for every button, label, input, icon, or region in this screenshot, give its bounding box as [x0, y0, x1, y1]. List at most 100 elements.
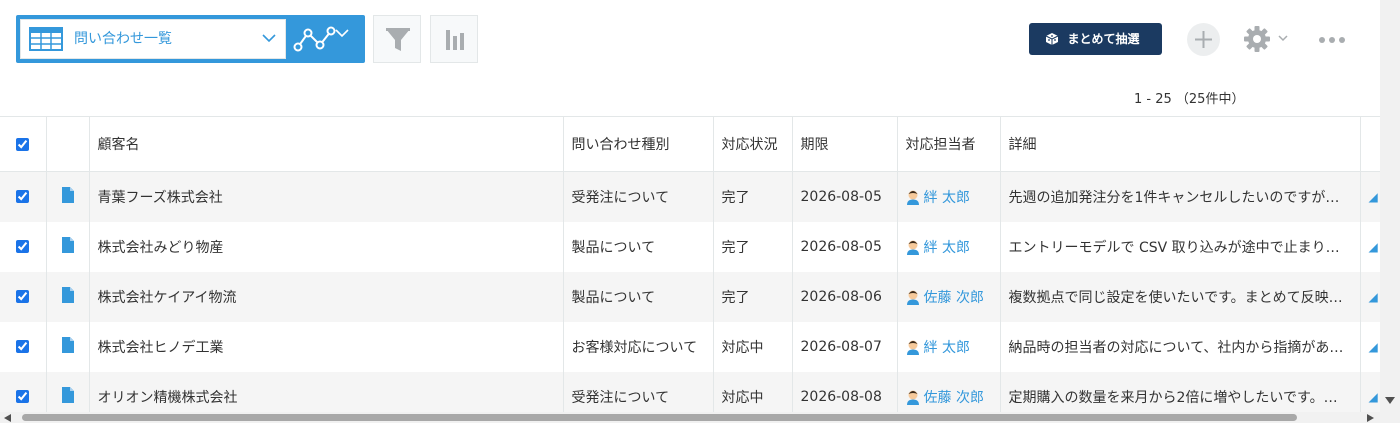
document-icon[interactable] — [61, 386, 74, 403]
edit-pencil-icon[interactable]: ◢ — [1369, 290, 1378, 304]
row-checkbox[interactable] — [16, 240, 30, 253]
table-row: 青葉フーズ株式会社 受発注について 完了 2026-08-05 絆 太郎 先週の… — [0, 171, 1380, 222]
select-all-checkbox[interactable] — [16, 137, 30, 151]
cell-assignee: 佐藤 次郎 — [897, 371, 1001, 412]
cell-status: 対応中 — [713, 321, 793, 372]
assignee-link[interactable]: 絆 太郎 — [906, 240, 970, 256]
document-icon[interactable] — [61, 336, 74, 353]
table-list-icon — [29, 27, 63, 51]
select-all-cell — [0, 116, 47, 172]
dice-icon — [1045, 33, 1059, 45]
cell-inquiry-type: お客様対応について — [563, 321, 714, 372]
vertical-scrollbar[interactable] — [1380, 0, 1400, 423]
column-header-inquiry-type[interactable]: 問い合わせ種別 — [563, 116, 714, 172]
edit-pencil-icon[interactable]: ◢ — [1369, 190, 1378, 204]
graph-chart-button[interactable] — [430, 15, 478, 63]
row-checkbox[interactable] — [16, 340, 30, 353]
cell-details: 複数拠点で同じ設定を使いたいです。まとめて反映… — [1000, 271, 1361, 322]
user-avatar-icon — [906, 340, 919, 355]
edit-pencil-icon[interactable]: ◢ — [1369, 240, 1378, 254]
line-graph-icon — [293, 26, 336, 52]
document-icon[interactable] — [61, 236, 74, 253]
assignee-name: 佐藤 次郎 — [923, 389, 984, 406]
row-select-cell — [0, 171, 47, 222]
user-avatar-icon — [906, 190, 919, 205]
column-header-details[interactable]: 詳細 — [1000, 116, 1361, 172]
assignee-name: 佐藤 次郎 — [923, 289, 984, 306]
row-checkbox[interactable] — [16, 390, 30, 403]
record-detail-cell — [46, 221, 90, 272]
filter-button[interactable] — [373, 15, 421, 63]
cell-status: 完了 — [713, 171, 793, 222]
cell-due-date: 2026-08-05 — [792, 171, 898, 222]
gear-icon[interactable] — [1243, 25, 1271, 53]
record-detail-cell — [46, 271, 90, 322]
cell-due-date: 2026-08-07 — [792, 321, 898, 372]
cell-customer: オリオン精機株式会社 — [89, 371, 564, 412]
cell-actions: ◢ — [1360, 221, 1380, 272]
document-icon[interactable] — [61, 186, 74, 203]
document-icon[interactable] — [61, 286, 74, 303]
graph-view-button[interactable] — [293, 21, 337, 57]
row-checkbox[interactable] — [16, 190, 30, 204]
cell-actions: ◢ — [1360, 321, 1380, 372]
cell-status: 対応中 — [713, 371, 793, 412]
add-record-button[interactable] — [1187, 23, 1220, 56]
view-select-dropdown[interactable]: 問い合わせ一覧 — [20, 19, 286, 59]
horizontal-scrollbar[interactable] — [0, 412, 1380, 423]
cell-actions: ◢ — [1360, 371, 1380, 412]
record-detail-cell — [46, 171, 90, 222]
cell-assignee: 絆 太郎 — [897, 321, 1001, 372]
assignee-name: 絆 太郎 — [923, 189, 970, 206]
bar-chart-icon — [446, 30, 464, 50]
record-detail-cell — [46, 321, 90, 372]
record-detail-cell — [46, 371, 90, 412]
bulk-lottery-label: まとめて抽選 — [1067, 32, 1140, 46]
row-select-cell — [0, 371, 47, 412]
cell-status: 完了 — [713, 271, 793, 322]
cell-actions: ◢ — [1360, 171, 1380, 222]
column-header-status[interactable]: 対応状況 — [713, 116, 793, 172]
cell-actions: ◢ — [1360, 271, 1380, 322]
view-name: 問い合わせ一覧 — [74, 31, 172, 47]
row-select-cell — [0, 271, 47, 322]
view-switcher: 問い合わせ一覧 — [16, 15, 365, 63]
cell-details: 納品時の担当者の対応について、社内から指摘があ… — [1000, 321, 1361, 372]
record-list: 顧客名 問い合わせ種別 対応状況 期限 対応担当者 詳細 青葉フーズ株式会社 受… — [0, 116, 1380, 412]
cell-inquiry-type: 製品について — [563, 271, 714, 322]
assignee-name: 絆 太郎 — [923, 239, 970, 256]
cell-details: 定期購入の数量を来月から2倍に増やしたいです。… — [1000, 371, 1361, 412]
cell-due-date: 2026-08-08 — [792, 371, 898, 412]
cell-details: エントリーモデルで CSV 取り込みが途中で止まり… — [1000, 221, 1361, 272]
cell-inquiry-type: 受発注について — [563, 171, 714, 222]
assignee-link[interactable]: 絆 太郎 — [906, 340, 970, 356]
assignee-link[interactable]: 絆 太郎 — [906, 190, 970, 206]
edit-pencil-icon[interactable]: ◢ — [1369, 340, 1378, 354]
cell-customer: 青葉フーズ株式会社 — [89, 171, 564, 222]
bulk-lottery-button[interactable]: まとめて抽選 — [1029, 23, 1162, 55]
cell-customer: 株式会社ヒノデ工業 — [89, 321, 564, 372]
edit-pencil-icon[interactable]: ◢ — [1369, 390, 1378, 404]
scroll-right-arrow-icon[interactable] — [1367, 414, 1374, 422]
cell-details: 先週の追加発注分を1件キャンセルしたいのですが… — [1000, 171, 1361, 222]
ellipsis-icon[interactable] — [1318, 36, 1346, 44]
cell-status: 完了 — [713, 221, 793, 272]
horizontal-scroll-thumb[interactable] — [22, 414, 1297, 421]
row-select-cell — [0, 221, 47, 272]
column-header-assignee[interactable]: 対応担当者 — [897, 116, 1001, 172]
column-header-customer[interactable]: 顧客名 — [89, 116, 564, 172]
row-checkbox[interactable] — [16, 290, 30, 303]
chevron-down-icon[interactable] — [1278, 35, 1288, 42]
cell-due-date: 2026-08-06 — [792, 271, 898, 322]
chevron-down-icon[interactable] — [335, 28, 349, 38]
assignee-link[interactable]: 佐藤 次郎 — [906, 390, 984, 406]
assignee-link[interactable]: 佐藤 次郎 — [906, 290, 984, 306]
column-header-due-date[interactable]: 期限 — [792, 116, 898, 172]
scroll-left-arrow-icon[interactable] — [4, 414, 11, 422]
table-row: 株式会社ヒノデ工業 お客様対応について 対応中 2026-08-07 絆 太郎 … — [0, 321, 1380, 372]
funnel-icon — [386, 28, 410, 51]
cell-assignee: 佐藤 次郎 — [897, 271, 1001, 322]
table-row: オリオン精機株式会社 受発注について 対応中 2026-08-08 佐藤 次郎 … — [0, 371, 1380, 412]
scroll-down-arrow-icon[interactable] — [1385, 397, 1395, 405]
column-header-actions — [1360, 116, 1380, 172]
